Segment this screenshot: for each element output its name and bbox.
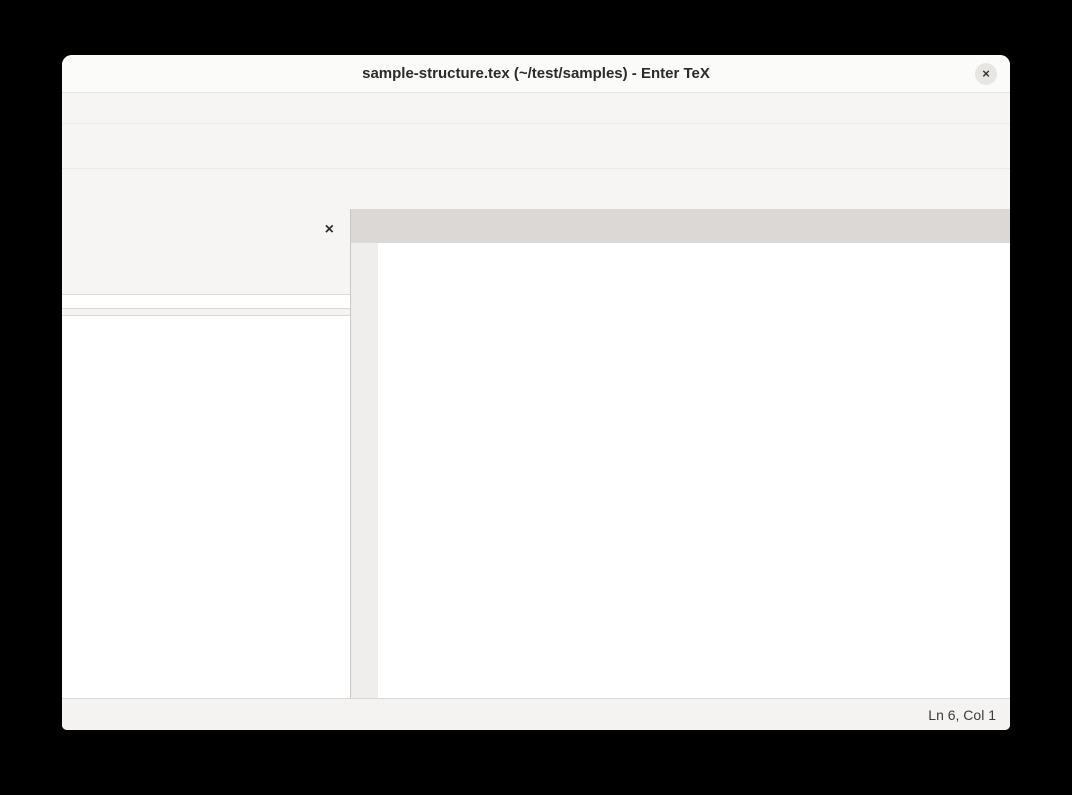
window-title: sample-structure.tex (~/test/samples) - …: [362, 65, 710, 82]
code-editor[interactable]: [351, 243, 1010, 698]
editor-pane: [351, 209, 1010, 698]
figure-quick-list: [62, 294, 350, 309]
menu-bar: [62, 93, 1010, 123]
main-area: ×: [62, 209, 1010, 698]
app-window: sample-structure.tex (~/test/samples) - …: [62, 55, 1010, 730]
window-close-button[interactable]: ×: [975, 63, 997, 85]
sidebar-close-button[interactable]: ×: [325, 222, 334, 238]
sidebar-tab-row: ×: [62, 209, 350, 254]
editor-tab-bar: [351, 209, 1010, 243]
title-bar: sample-structure.tex (~/test/samples) - …: [62, 55, 1010, 93]
structure-tree: [62, 315, 350, 698]
sidebar-toolbar: [62, 254, 350, 294]
structure-sidebar: ×: [62, 209, 351, 698]
cursor-position: Ln 6, Col 1: [928, 707, 996, 723]
line-number-gutter: [351, 243, 378, 698]
format-toolbar: [62, 168, 1010, 209]
main-toolbar: [62, 123, 1010, 168]
status-bar: Ln 6, Col 1: [62, 698, 1010, 730]
